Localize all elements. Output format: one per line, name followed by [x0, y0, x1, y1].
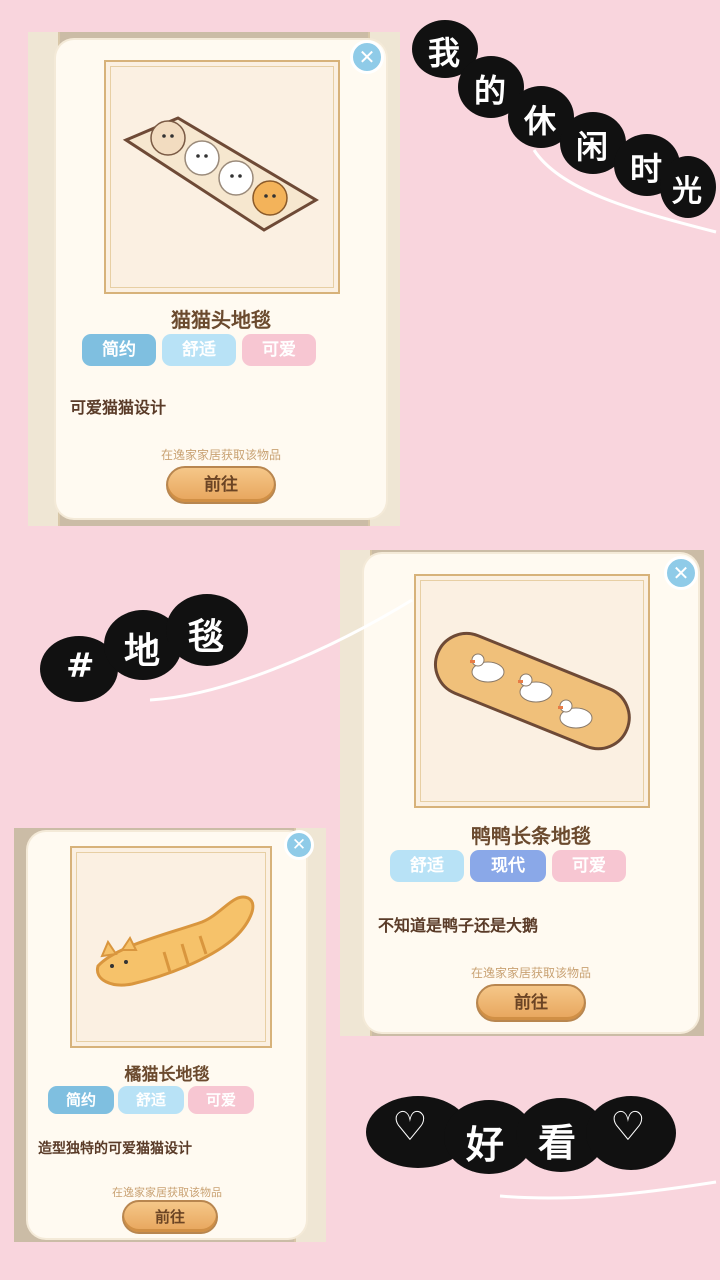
sticker-char: 我	[428, 34, 461, 72]
tag-cute: 可爱	[242, 334, 316, 366]
tag-simple: 简约	[82, 334, 156, 366]
go-button[interactable]: 前往	[476, 984, 586, 1022]
screenshot-orange-cat-rug: 橘猫长地毯 简约 舒适 可爱 造型独特的可爱猫猫设计 在逸家家居获取该物品 前往…	[14, 828, 326, 1242]
tag-simple: 简约	[48, 1086, 114, 1114]
sticker-char: 看	[538, 1121, 577, 1165]
item-image-frame	[104, 60, 340, 294]
go-button[interactable]: 前往	[166, 466, 276, 504]
tag-modern: 现代	[470, 850, 546, 882]
source-hint: 在逸家家居获取该物品	[112, 1186, 222, 1199]
cat-head-rug-image	[122, 116, 319, 232]
source-hint: 在逸家家居获取该物品	[160, 448, 281, 462]
orange-cat-rug-image	[95, 895, 255, 987]
screenshot-cat-head-rug: 猫猫头地毯 简约 舒适 可爱 可爱猫猫设计 在逸家家居获取该物品 前往 ✕	[28, 32, 400, 526]
close-icon[interactable]: ✕	[284, 830, 314, 860]
sticker-char: 的	[474, 72, 507, 110]
item-description: 可爱猫猫设计	[70, 398, 167, 417]
item-image-frame	[414, 574, 650, 808]
item-description: 不知道是鸭子还是大鹅	[378, 916, 539, 935]
sticker-char: #	[66, 646, 95, 686]
decorative-curve	[149, 598, 413, 702]
tag-comfort: 舒适	[162, 334, 236, 366]
item-description: 造型独特的可爱猫猫设计	[38, 1141, 192, 1157]
item-card: 猫猫头地毯 简约 舒适 可爱 可爱猫猫设计 在逸家家居获取该物品 前往	[56, 40, 386, 518]
tag-comfort: 舒适	[390, 850, 464, 882]
close-icon[interactable]: ✕	[664, 556, 698, 590]
item-card: 橘猫长地毯 简约 舒适 可爱 造型独特的可爱猫猫设计 在逸家家居获取该物品 前往	[28, 832, 306, 1238]
sticker-char: 休	[524, 102, 557, 140]
decorative-curve	[532, 149, 717, 234]
close-icon[interactable]: ✕	[350, 40, 384, 74]
item-title: 橘猫长地毯	[124, 1065, 210, 1085]
tag-cute: 可爱	[552, 850, 626, 882]
heart-icon: ♡	[610, 1104, 646, 1150]
duck-rug-image	[434, 631, 631, 751]
tag-comfort: 舒适	[118, 1086, 184, 1114]
go-button[interactable]: 前往	[122, 1200, 218, 1234]
item-image-frame	[70, 846, 272, 1048]
tag-cute: 可爱	[188, 1086, 254, 1114]
heart-icon: ♡	[392, 1104, 428, 1150]
item-title: 猫猫头地毯	[171, 308, 271, 332]
decorative-curve	[499, 1180, 717, 1200]
item-title: 鸭鸭长条地毯	[471, 824, 591, 848]
source-hint: 在逸家家居获取该物品	[470, 966, 591, 980]
